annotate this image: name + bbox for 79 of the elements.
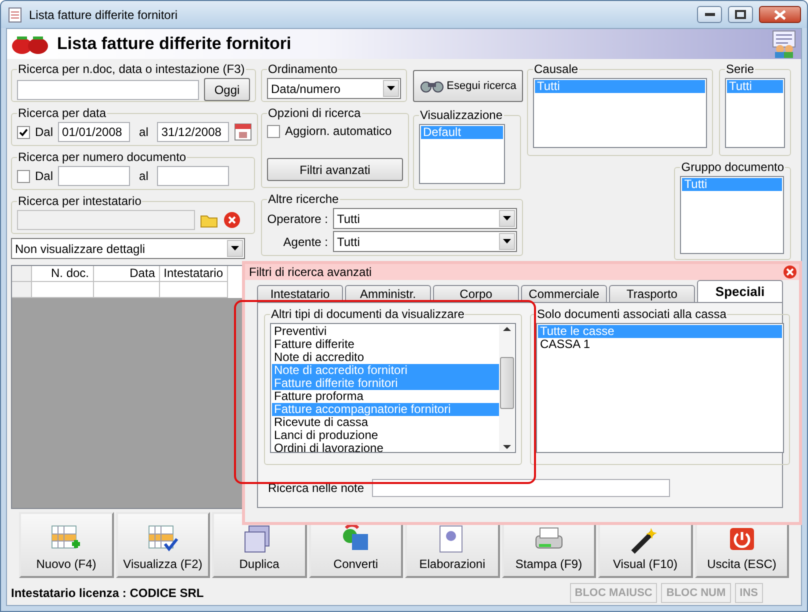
group-title: Ricerca per numero documento bbox=[17, 150, 188, 164]
list-item[interactable]: Preventivi bbox=[272, 325, 499, 338]
group-title: Solo documenti associati alla cassa bbox=[536, 307, 728, 321]
scrollbar[interactable] bbox=[499, 325, 514, 451]
group-title: Causale bbox=[533, 62, 580, 76]
minimize-button[interactable] bbox=[697, 6, 722, 23]
date-field[interactable]: 31/12/2008 bbox=[157, 122, 230, 142]
toolbar-button[interactable]: Visualizza (F2) bbox=[116, 512, 210, 578]
scroll-thumb[interactable] bbox=[500, 357, 514, 409]
maximize-icon bbox=[735, 10, 746, 19]
maximize-button[interactable] bbox=[728, 6, 753, 23]
status-indicator: BLOC NUM bbox=[661, 583, 731, 603]
group-title: Ricerca per data bbox=[17, 106, 108, 120]
date-field[interactable]: 01/01/2008 bbox=[58, 122, 130, 142]
list-item[interactable]: Note di accredito bbox=[272, 351, 499, 364]
list-item[interactable]: CASSA 1 bbox=[538, 338, 782, 351]
checkbox[interactable] bbox=[267, 124, 280, 138]
checkbox[interactable] bbox=[17, 170, 30, 182]
to-label: al bbox=[139, 169, 148, 183]
field-label: Agente : bbox=[283, 234, 328, 248]
group-title: Altre ricerche bbox=[267, 192, 340, 206]
dropdown[interactable]: Tutti bbox=[333, 208, 517, 229]
clear-icon[interactable] bbox=[223, 211, 241, 229]
panel-title: Filtri di ricerca avanzati bbox=[249, 265, 372, 279]
group-title: Ricerca per n.doc, data o intestazione (F3) bbox=[17, 62, 246, 76]
group-title: Ricerca per intestatario bbox=[17, 194, 142, 208]
group-title: Serie bbox=[725, 62, 756, 76]
search-button[interactable]: Esegui ricerca bbox=[413, 70, 523, 102]
list-item[interactable]: Ordini di lavorazione bbox=[272, 442, 499, 452]
dropdown[interactable]: Tutti bbox=[333, 231, 517, 252]
group-title: Altri tipi di documenti da visualizzare bbox=[270, 307, 466, 321]
list-item[interactable]: Lanci di produzione bbox=[272, 429, 499, 442]
number-field[interactable] bbox=[58, 166, 130, 186]
minimize-icon bbox=[704, 13, 714, 16]
group-title: Visualizzazione bbox=[419, 108, 504, 122]
close-icon bbox=[774, 10, 786, 20]
license-holder: Intestatario licenza : CODICE SRL bbox=[11, 586, 205, 600]
to-label: al bbox=[139, 125, 148, 139]
table-cell bbox=[94, 282, 160, 298]
group-title: Opzioni di ricerca bbox=[267, 106, 362, 120]
table-cell bbox=[160, 282, 228, 298]
grid-check-icon bbox=[146, 524, 179, 554]
checkbox[interactable] bbox=[17, 126, 30, 138]
tab[interactable]: Speciali bbox=[697, 280, 783, 302]
row-selector bbox=[12, 282, 32, 298]
tab[interactable]: Commerciale bbox=[521, 285, 607, 302]
toolbar-button[interactable]: Nuovo (F4) bbox=[19, 512, 114, 578]
scroll-up-icon[interactable] bbox=[502, 325, 510, 333]
list-item[interactable]: Fatture proforma bbox=[272, 390, 499, 403]
page-title: Lista fatture differite fornitori bbox=[57, 34, 292, 54]
binoculars-icon bbox=[420, 79, 444, 93]
list-item[interactable]: Fatture differite bbox=[272, 338, 499, 351]
close-icon[interactable] bbox=[783, 265, 797, 279]
calendar-icon[interactable] bbox=[234, 123, 252, 141]
group-title: Ordinamento bbox=[267, 62, 338, 76]
field-label: Ricerca nelle note bbox=[268, 481, 364, 495]
users-list-icon[interactable] bbox=[771, 30, 797, 58]
from-label: Dal bbox=[35, 169, 54, 183]
field-label: Operatore : bbox=[267, 212, 328, 226]
scroll-down-icon[interactable] bbox=[502, 443, 510, 451]
close-button[interactable] bbox=[759, 6, 801, 23]
notes-field[interactable] bbox=[372, 479, 670, 497]
tab[interactable]: Trasporto bbox=[609, 285, 695, 302]
window-title: Lista fatture differite fornitori bbox=[29, 8, 179, 22]
today-button[interactable]: Oggi bbox=[204, 78, 250, 101]
checkbox-label: Aggiorn. automatico bbox=[285, 124, 392, 138]
app-icon bbox=[7, 6, 23, 22]
search-field[interactable] bbox=[17, 80, 199, 100]
list-item[interactable]: Ricevute di cassa bbox=[272, 416, 499, 429]
dropdown[interactable]: Data/numero bbox=[267, 78, 401, 99]
status-indicator: BLOC MAIUSC bbox=[570, 583, 658, 603]
group-title: Gruppo documento bbox=[680, 160, 785, 174]
status-indicator: INS bbox=[734, 583, 763, 603]
number-field[interactable] bbox=[157, 166, 230, 186]
from-label: Dal bbox=[35, 125, 54, 139]
advanced-filters-button[interactable]: Filtri avanzati bbox=[267, 158, 403, 181]
dropdown[interactable]: Non visualizzare dettagli bbox=[11, 238, 245, 259]
row-selector-header bbox=[12, 266, 32, 282]
table-cell bbox=[32, 282, 94, 298]
